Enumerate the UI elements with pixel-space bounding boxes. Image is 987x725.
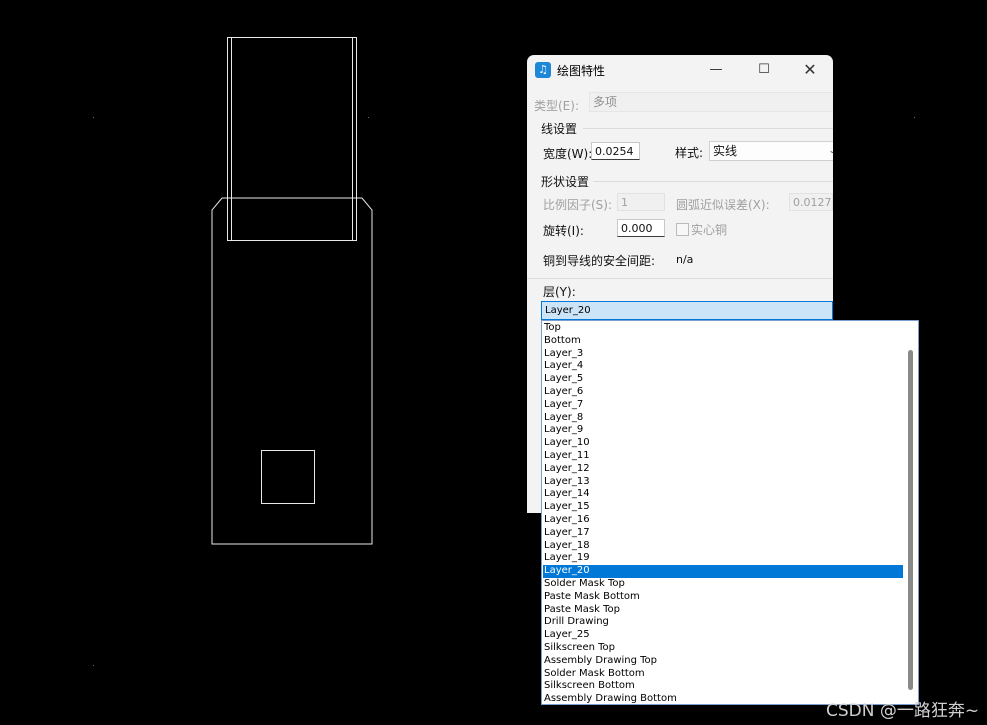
layer-option[interactable]: Silkscreen Top xyxy=(543,642,903,655)
dialog-title: 绘图特性 xyxy=(557,64,606,78)
scale-factor-label: 比例因子(S): xyxy=(543,198,613,212)
layer-option[interactable]: Layer_7 xyxy=(543,399,903,412)
layer-option[interactable]: Drill Drawing xyxy=(543,616,903,629)
layer-option[interactable]: Layer_6 xyxy=(543,386,903,399)
clearance-label: 铜到导线的安全间距: xyxy=(543,254,656,268)
grid-dot xyxy=(93,117,94,118)
layer-dropdown-list[interactable]: Top Bottom Layer_3 Layer_4 Layer_5 Layer_6 Lay… xyxy=(541,320,919,705)
layer-option[interactable]: Layer_14 xyxy=(543,488,903,501)
connector-outline-inner xyxy=(231,37,353,241)
layer-option[interactable]: Layer_16 xyxy=(543,514,903,527)
style-select[interactable]: 实线 ⌄ xyxy=(709,141,833,161)
scale-factor-input: 1 xyxy=(617,193,665,211)
app-icon: ♫ xyxy=(535,62,551,78)
rotation-input[interactable]: 0.000 xyxy=(617,219,665,237)
layer-option[interactable]: Layer_8 xyxy=(543,412,903,425)
layer-option[interactable]: Layer_12 xyxy=(543,463,903,476)
layer-option[interactable]: Layer_5 xyxy=(543,373,903,386)
maximize-icon[interactable]: ☐ xyxy=(749,59,779,81)
style-value: 实线 xyxy=(713,144,738,158)
layer-select-value: Layer_20 xyxy=(545,305,591,316)
title-bar[interactable]: ♫ 绘图特性 — ☐ ✕ xyxy=(527,55,833,85)
section-divider xyxy=(593,181,833,182)
layer-option[interactable]: Solder Mask Bottom xyxy=(543,668,903,681)
layer-option[interactable]: Bottom xyxy=(543,335,903,348)
layer-option[interactable]: Layer_20 xyxy=(543,565,903,578)
minimize-icon[interactable]: — xyxy=(701,59,731,81)
layer-option[interactable]: Paste Mask Top xyxy=(543,604,903,617)
clearance-value: n/a xyxy=(676,253,694,266)
layer-label: 层(Y): xyxy=(543,285,576,299)
type-value: 多项 xyxy=(593,95,618,109)
grid-dot xyxy=(93,665,94,666)
layer-option[interactable]: Layer_17 xyxy=(543,527,903,540)
arc-error-label: 圆弧近似误差(X): xyxy=(676,198,770,212)
layer-option[interactable]: Silkscreen Bottom xyxy=(543,680,903,693)
layer-option[interactable]: Layer_18 xyxy=(543,540,903,553)
line-settings-heading: 线设置 xyxy=(541,122,578,136)
layer-option[interactable]: Assembly Drawing Top xyxy=(543,655,903,668)
layer-option[interactable]: Layer_13 xyxy=(543,476,903,489)
layer-select[interactable]: Layer_20 xyxy=(541,301,833,320)
layer-option[interactable]: Layer_9 xyxy=(543,424,903,437)
layer-option[interactable]: Layer_25 xyxy=(543,629,903,642)
layer-option[interactable]: Layer_10 xyxy=(543,437,903,450)
arc-error-input: 0.0127 xyxy=(789,193,833,211)
section-divider xyxy=(527,278,833,279)
grid-dot xyxy=(368,117,369,118)
rotation-label: 旋转(I): xyxy=(543,224,584,238)
layer-option[interactable]: Layer_3 xyxy=(543,348,903,361)
style-label: 样式: xyxy=(675,146,704,160)
layer-option[interactable]: Solder Mask Top xyxy=(543,578,903,591)
watermark: CSDN @一路狂奔~ xyxy=(826,701,980,721)
shape-settings-heading: 形状设置 xyxy=(541,175,590,189)
type-label: 类型(E): xyxy=(534,99,579,113)
scrollbar-thumb[interactable] xyxy=(908,350,913,690)
layer-option[interactable]: Paste Mask Bottom xyxy=(543,591,903,604)
chevron-down-icon: ⌄ xyxy=(828,146,833,156)
solid-copper-checkbox xyxy=(676,223,689,236)
layer-option[interactable]: Layer_15 xyxy=(543,501,903,514)
type-select: 多项 xyxy=(589,92,833,112)
scrollbar[interactable] xyxy=(903,322,917,703)
grid-dot xyxy=(914,117,915,118)
width-input[interactable]: 0.0254 xyxy=(591,142,640,160)
layer-option[interactable]: Layer_4 xyxy=(543,360,903,373)
layer-option[interactable]: Layer_11 xyxy=(543,450,903,463)
square-pad xyxy=(261,450,315,504)
layer-option[interactable]: Layer_19 xyxy=(543,552,903,565)
layer-option[interactable]: Top xyxy=(543,322,903,335)
solid-copper-label: 实心铜 xyxy=(691,223,728,237)
close-icon[interactable]: ✕ xyxy=(795,59,825,81)
width-label: 宽度(W): xyxy=(543,147,593,161)
connector-outline-outer xyxy=(227,37,357,241)
section-divider xyxy=(583,128,833,129)
pad-outline xyxy=(211,197,373,545)
